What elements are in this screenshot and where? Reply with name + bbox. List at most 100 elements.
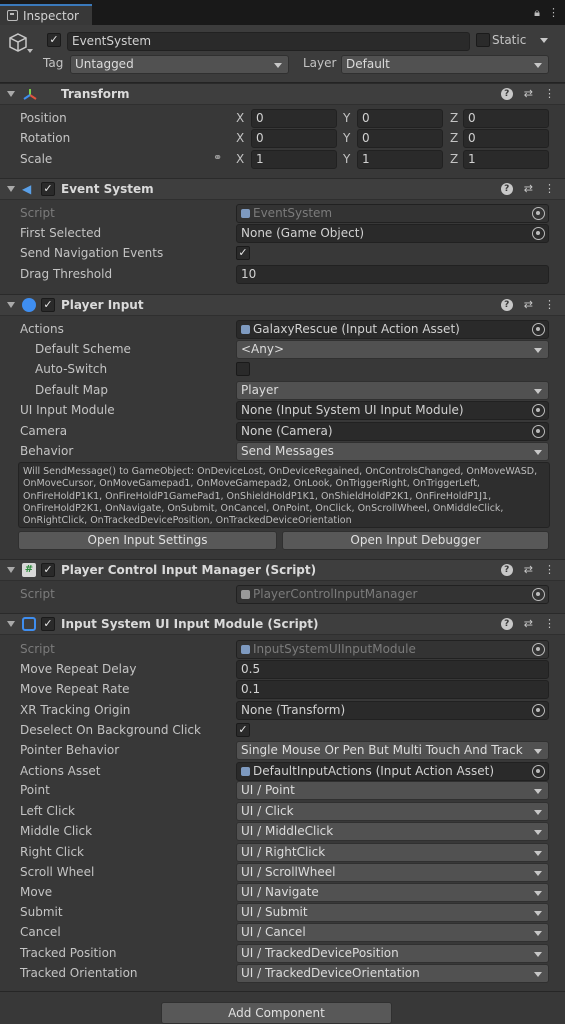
script-label: Script [20,587,55,601]
static-checkbox[interactable] [476,33,490,47]
drag-threshold-field[interactable]: 10 [236,265,549,284]
binding-left-click-dropdown[interactable]: UI / Click [236,802,549,821]
player-input-enabled-checkbox[interactable]: ✓ [41,298,55,312]
help-icon[interactable]: ? [500,618,513,630]
scale-y-field[interactable]: 1 [357,150,443,169]
position-z-field[interactable]: 0 [463,109,549,128]
constrain-proportions-icon[interactable]: ⚭ [213,151,222,164]
presets-icon[interactable]: ⇄ [524,298,533,311]
scale-z-field[interactable]: 1 [463,150,549,169]
footer-divider [0,991,565,992]
xr-tracking-origin-field[interactable]: None (Transform) [236,701,549,720]
actions-asset-label: Actions Asset [20,764,101,778]
static-dropdown-icon[interactable] [540,38,548,43]
binding-middle-click-dropdown[interactable]: UI / MiddleClick [236,822,549,841]
send-navigation-checkbox[interactable]: ✓ [236,246,250,260]
default-map-dropdown[interactable]: Player [236,381,549,400]
gameobject-name-field[interactable]: EventSystem [67,32,470,51]
kebab-menu-icon[interactable]: ⋮ [544,182,555,195]
script-icon [241,645,250,654]
binding-move-dropdown[interactable]: UI / Navigate [236,883,549,902]
gameobject-active-checkbox[interactable]: ✓ [47,33,61,47]
help-icon[interactable]: ? [500,564,513,576]
default-scheme-dropdown[interactable]: <Any> [236,340,549,359]
help-icon[interactable]: ? [500,183,513,195]
binding-cancel-dropdown[interactable]: UI / Cancel [236,923,549,942]
event-system-header[interactable]: ◀︎ ✓ Event System ? ⇄ ⋮ [0,178,565,200]
rotation-z-field[interactable]: 0 [463,129,549,148]
binding-tracked-position-dropdown[interactable]: UI / TrackedDevicePosition [236,944,549,963]
transform-axis-icon [23,89,37,100]
inspector-icon [7,10,18,21]
tag-label: Tag [43,56,64,70]
ui-input-module-field[interactable]: None (Input System UI Input Module) [236,401,549,420]
scale-x-field[interactable]: 1 [251,150,337,169]
layer-dropdown[interactable]: Default [341,55,549,74]
open-input-debugger-button[interactable]: Open Input Debugger [282,531,549,550]
script-icon [241,209,250,218]
kebab-menu-icon[interactable]: ⋮ [544,87,555,100]
kebab-menu-icon[interactable]: ⋮ [548,6,559,20]
help-icon[interactable]: ? [500,88,513,100]
presets-icon[interactable]: ⇄ [524,182,533,195]
behavior-dropdown[interactable]: Send Messages [236,442,549,461]
binding-point-label: Point [20,783,50,797]
binding-right-click-dropdown[interactable]: UI / RightClick [236,843,549,862]
actions-field[interactable]: GalaxyRescue (Input Action Asset) [236,320,549,339]
kebab-menu-icon[interactable]: ⋮ [544,617,555,630]
rotation-y-field[interactable]: 0 [357,129,443,148]
binding-scroll-wheel-dropdown[interactable]: UI / ScrollWheel [236,863,549,882]
binding-point-dropdown[interactable]: UI / Point [236,781,549,800]
camera-field[interactable]: None (Camera) [236,422,549,441]
player-input-header[interactable]: ✓ Player Input ? ⇄ ⋮ [0,294,565,316]
foldout-arrow-icon[interactable] [7,302,15,308]
tab-inspector[interactable]: Inspector [0,4,92,25]
tag-dropdown[interactable]: Untagged [70,55,289,74]
pcim-enabled-checkbox[interactable]: ✓ [41,563,55,577]
move-repeat-rate-field[interactable]: 0.1 [236,680,549,699]
object-picker-icon[interactable] [532,404,545,417]
input-action-asset-icon [241,767,250,776]
icon-dropdown-arrow-icon[interactable] [27,49,33,53]
object-picker-icon[interactable] [532,765,545,778]
position-y-field[interactable]: 0 [357,109,443,128]
help-icon[interactable]: ? [500,299,513,311]
presets-icon[interactable]: ⇄ [524,617,533,630]
kebab-menu-icon[interactable]: ⋮ [544,298,555,311]
foldout-arrow-icon[interactable] [7,186,15,192]
tab-inspector-label: Inspector [23,8,79,23]
binding-submit-dropdown[interactable]: UI / Submit [236,903,549,922]
presets-icon[interactable]: ⇄ [524,563,533,576]
kebab-menu-icon[interactable]: ⋮ [544,563,555,576]
transform-header[interactable]: Transform ? ⇄ ⋮ [0,83,565,105]
object-picker-icon[interactable] [532,425,545,438]
pointer-behavior-dropdown[interactable]: Single Mouse Or Pen But Multi Touch And … [236,741,549,760]
binding-tracked-orientation-dropdown[interactable]: UI / TrackedDeviceOrientation [236,964,549,983]
add-component-button[interactable]: Add Component [161,1002,392,1024]
foldout-arrow-icon[interactable] [7,621,15,627]
presets-icon[interactable]: ⇄ [524,87,533,100]
isuim-header[interactable]: ✓ Input System UI Input Module (Script) … [0,613,565,635]
object-picker-icon[interactable] [532,227,545,240]
first-selected-field[interactable]: None (Game Object) [236,224,549,243]
binding-middle-click-label: Middle Click [20,824,93,838]
move-repeat-delay-label: Move Repeat Delay [20,662,137,676]
isuim-script-field: InputSystemUIInputModule [236,640,549,659]
rotation-x-field[interactable]: 0 [251,129,337,148]
open-input-settings-button[interactable]: Open Input Settings [18,531,277,550]
foldout-arrow-icon[interactable] [7,567,15,573]
deselect-background-checkbox[interactable]: ✓ [236,723,250,737]
foldout-arrow-icon[interactable] [7,91,15,97]
actions-value: GalaxyRescue (Input Action Asset) [253,322,460,336]
object-picker-icon[interactable] [532,704,545,717]
isuim-enabled-checkbox[interactable]: ✓ [41,617,55,631]
object-picker-icon[interactable] [532,323,545,336]
tab-tools: 🔒︎ ⋮ [534,6,559,20]
actions-asset-field[interactable]: DefaultInputActions (Input Action Asset) [236,762,549,781]
lock-icon[interactable]: 🔒︎ [534,6,540,20]
move-repeat-delay-field[interactable]: 0.5 [236,660,549,679]
position-x-field[interactable]: 0 [251,109,337,128]
pcim-header[interactable]: # ✓ Player Control Input Manager (Script… [0,559,565,581]
auto-switch-checkbox[interactable] [236,362,250,376]
event-system-enabled-checkbox[interactable]: ✓ [41,182,55,196]
